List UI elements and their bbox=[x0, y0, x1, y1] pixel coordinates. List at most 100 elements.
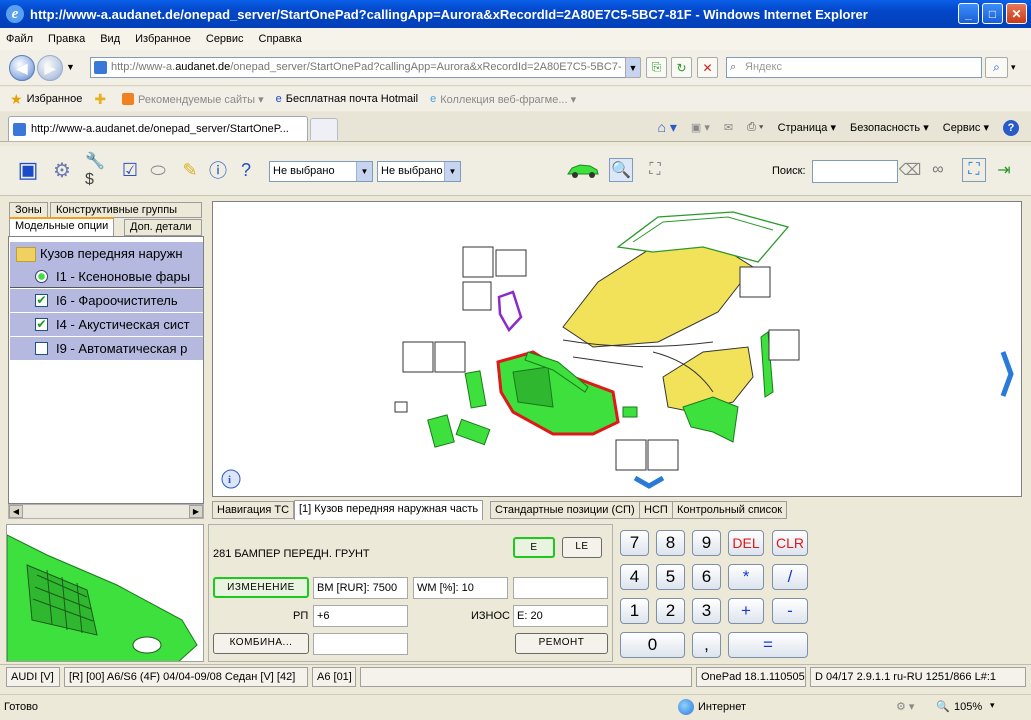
address-bar[interactable]: http://www-a.audanet.de/onepad_server/St… bbox=[90, 57, 640, 78]
key-2[interactable]: 2 bbox=[656, 598, 685, 624]
fav-web-slices[interactable]: e Коллекция веб-фрагме... ▾ bbox=[430, 93, 576, 106]
home-icon[interactable]: ⌂ ▾ bbox=[658, 119, 677, 136]
key-7[interactable]: 7 bbox=[620, 530, 649, 556]
tree-item-audio[interactable]: ✔ I4 - Акустическая сист bbox=[10, 313, 203, 336]
detail-box-1[interactable] bbox=[462, 246, 494, 278]
zoom-level[interactable]: 105% bbox=[954, 701, 982, 713]
notes-pencil-icon[interactable]: ✎ bbox=[178, 158, 202, 182]
filter-dropdown-2[interactable]: Не выбрано ▼ bbox=[377, 161, 461, 182]
detail-box-9[interactable] bbox=[647, 439, 679, 471]
combination-button[interactable]: КОМБИНА... bbox=[213, 633, 309, 654]
tree-item-washer[interactable]: ✔ I6 - Фароочиститель bbox=[10, 289, 203, 312]
exit-icon[interactable]: ⇥ bbox=[992, 158, 1016, 182]
zoom-icon[interactable]: 🔍 bbox=[936, 700, 950, 713]
refresh-icon[interactable]: ↻ bbox=[671, 57, 692, 78]
wheel-arch-liner[interactable] bbox=[682, 396, 739, 443]
settings-gear-icon[interactable]: ⚙ bbox=[50, 158, 74, 182]
search-go-icon[interactable]: ⌕ bbox=[985, 57, 1008, 78]
read-mail-icon[interactable]: ✉ bbox=[724, 121, 733, 134]
wear-field[interactable]: E: 20 bbox=[513, 605, 608, 627]
protected-mode-icon[interactable]: ⚙ ▾ bbox=[896, 700, 914, 713]
disc-icon[interactable]: ⬭ bbox=[146, 158, 170, 182]
detail-box-8[interactable] bbox=[615, 439, 647, 471]
scroll-right-icon[interactable]: ▶ bbox=[189, 505, 203, 518]
key-0[interactable]: 0 bbox=[620, 632, 685, 658]
forward-button[interactable]: ▶ bbox=[37, 55, 63, 81]
detail-box-7[interactable] bbox=[768, 329, 800, 361]
tab-extra-parts[interactable]: Доп. детали bbox=[124, 219, 202, 236]
tree-item-xenon[interactable]: I1 - Ксеноновые фары bbox=[10, 265, 203, 288]
key-clr[interactable]: CLR bbox=[772, 530, 808, 556]
help-icon[interactable]: ? bbox=[1003, 119, 1019, 136]
hood-part[interactable] bbox=[562, 241, 754, 348]
add-favorite-icon[interactable]: ✚ bbox=[94, 91, 110, 108]
key-divide[interactable]: / bbox=[772, 564, 808, 590]
e-button[interactable]: E bbox=[513, 537, 555, 558]
le-button[interactable]: LE bbox=[562, 537, 602, 558]
print-icon[interactable]: ⎙ ▾ bbox=[747, 121, 763, 134]
key-9[interactable]: 9 bbox=[692, 530, 721, 556]
price-tools-icon[interactable]: 🔧$ bbox=[85, 153, 109, 188]
key-equals[interactable]: = bbox=[728, 632, 808, 658]
menu-favorites[interactable]: Избранное bbox=[135, 33, 191, 45]
detail-box-5[interactable] bbox=[434, 341, 466, 373]
tab-standard-positions[interactable]: Стандартные позиции (СП) bbox=[490, 501, 640, 519]
side-trim-part[interactable] bbox=[464, 370, 487, 409]
repair-button[interactable]: РЕМОНТ bbox=[515, 633, 608, 654]
headlamp-part-selected[interactable] bbox=[497, 290, 523, 333]
menu-help[interactable]: Справка bbox=[259, 33, 302, 45]
tab-nsp[interactable]: НСП bbox=[639, 501, 673, 519]
zoom-magnifier-icon[interactable]: 🔍 bbox=[609, 158, 633, 182]
tree-horizontal-scrollbar[interactable]: ◀ ▶ bbox=[8, 504, 204, 519]
page-menu[interactable]: Страница ▾ bbox=[778, 121, 836, 134]
compatibility-icon[interactable]: ⎘ bbox=[646, 57, 667, 78]
combination-field[interactable] bbox=[313, 633, 408, 655]
fav-suggested-sites[interactable]: Рекомендуемые сайты ▾ bbox=[122, 93, 264, 106]
tree-item-automatic[interactable]: I9 - Автоматическая р bbox=[10, 337, 203, 360]
binoculars-icon[interactable]: ∞ bbox=[926, 158, 950, 182]
menu-tools[interactable]: Сервис bbox=[206, 33, 244, 45]
bm-field[interactable]: BM [RUR]: 7500 bbox=[313, 577, 408, 599]
search-input[interactable]: ⌕ Яндекс bbox=[726, 57, 982, 78]
tab-vehicle-navigation[interactable]: Навигация ТС bbox=[212, 501, 295, 519]
down-view-arrow-icon[interactable] bbox=[633, 475, 665, 489]
key-1[interactable]: 1 bbox=[620, 598, 649, 624]
menu-edit[interactable]: Правка bbox=[48, 33, 85, 45]
eraser-icon[interactable]: ⌫ bbox=[898, 158, 922, 182]
grille-part[interactable] bbox=[512, 366, 554, 408]
extra-field[interactable] bbox=[513, 577, 608, 599]
tree-item-body-front[interactable]: Кузов передняя наружн bbox=[10, 242, 203, 265]
detail-box-4[interactable] bbox=[402, 341, 434, 373]
key-plus[interactable]: + bbox=[728, 598, 764, 624]
tab-checklist[interactable]: Контрольный список bbox=[672, 501, 788, 519]
safety-menu[interactable]: Безопасность ▾ bbox=[850, 121, 929, 134]
feeds-icon[interactable]: ▣ ▾ bbox=[691, 121, 710, 134]
key-4[interactable]: 4 bbox=[620, 564, 649, 590]
history-dropdown-icon[interactable]: ▼ bbox=[66, 62, 75, 72]
fav-hotmail[interactable]: e Бесплатная почта Hotmail bbox=[276, 93, 418, 105]
key-5[interactable]: 5 bbox=[656, 564, 685, 590]
tab-body-front[interactable]: [1] Кузов передняя наружная часть bbox=[294, 500, 484, 520]
tab-zones[interactable]: Зоны bbox=[9, 202, 48, 218]
rp-field[interactable]: +6 bbox=[313, 605, 408, 627]
change-button[interactable]: ИЗМЕНЕНИЕ bbox=[213, 577, 309, 598]
tools-menu[interactable]: Сервис ▾ bbox=[943, 121, 989, 134]
filter-dropdown-1[interactable]: Не выбрано ▼ bbox=[269, 161, 373, 182]
maximize-button[interactable]: □ bbox=[982, 3, 1003, 24]
wm-field[interactable]: WM [%]: 10 bbox=[413, 577, 508, 599]
key-3[interactable]: 3 bbox=[692, 598, 721, 624]
scroll-left-icon[interactable]: ◀ bbox=[9, 505, 23, 518]
parts-diagram-canvas[interactable]: i bbox=[212, 201, 1022, 497]
close-button[interactable]: ✕ bbox=[1006, 3, 1027, 24]
back-button[interactable]: ◀ bbox=[9, 55, 35, 81]
key-8[interactable]: 8 bbox=[656, 530, 685, 556]
fullscreen-icon[interactable]: ⛶ bbox=[962, 158, 986, 182]
key-multiply[interactable]: * bbox=[728, 564, 764, 590]
new-tab-button[interactable] bbox=[310, 118, 338, 140]
fit-view-icon[interactable]: ⛶ bbox=[643, 158, 667, 182]
detail-box-3[interactable] bbox=[462, 281, 492, 311]
key-minus[interactable]: - bbox=[772, 598, 808, 624]
browser-tab-active[interactable]: http://www-a.audanet.de/onepad_server/St… bbox=[8, 116, 308, 141]
part-search-input[interactable] bbox=[812, 160, 898, 183]
tab-construction-groups[interactable]: Конструктивные группы bbox=[50, 202, 202, 218]
